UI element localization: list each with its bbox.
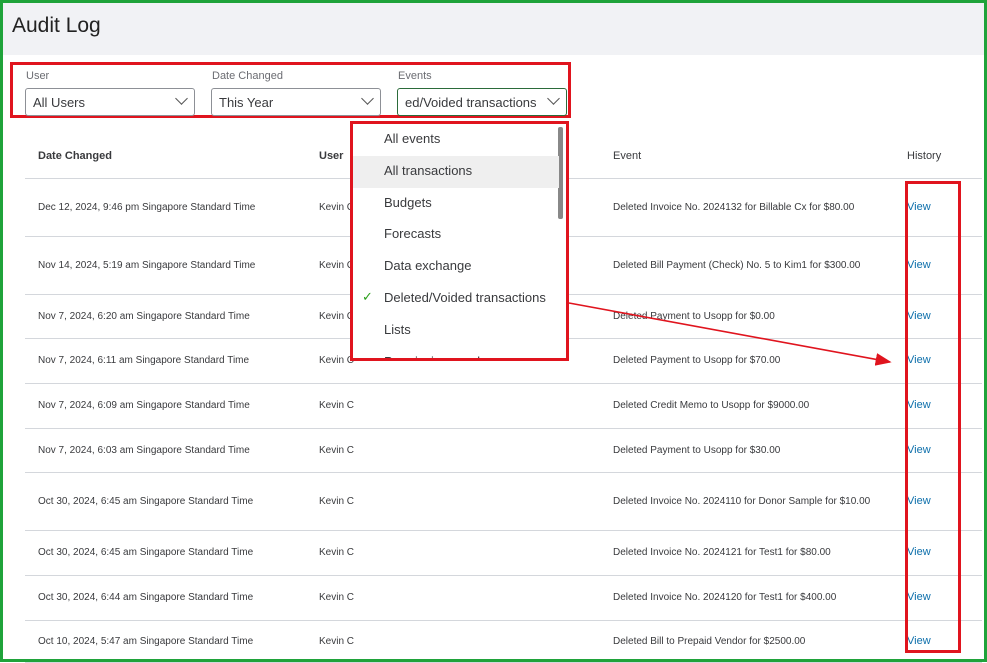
view-history-link[interactable]: View — [907, 399, 931, 411]
history-cell: View — [907, 294, 982, 339]
dropdown-option[interactable]: All events — [353, 124, 559, 156]
user-cell: Kevin C — [319, 575, 613, 621]
table-row: Oct 30, 2024, 6:45 am Singapore Standard… — [25, 472, 982, 531]
user-filter-label: User — [26, 70, 50, 82]
date-cell: Nov 14, 2024, 5:19 am Singapore Standard… — [25, 236, 319, 295]
history-cell: View — [907, 236, 982, 295]
date-filter-label: Date Changed — [212, 70, 283, 82]
view-history-link[interactable]: View — [907, 444, 931, 456]
user-cell: Kevin C — [319, 620, 613, 663]
events-filter: Events ed/Voided transactions — [397, 70, 567, 116]
dropdown-option-label: All events — [384, 131, 441, 146]
dropdown-option-label: Budgets — [384, 194, 432, 210]
dropdown-option[interactable]: Data exchange — [353, 251, 559, 283]
view-history-link[interactable]: View — [907, 310, 931, 322]
chevron-down-icon — [547, 92, 560, 105]
history-cell: View — [907, 575, 982, 621]
view-history-link[interactable]: View — [907, 591, 931, 603]
user-cell: Kevin C — [319, 530, 613, 576]
event-cell: Deleted Invoice No. 2024121 for Test1 fo… — [613, 530, 907, 576]
user-filter: User All Users — [25, 70, 195, 116]
date-cell: Dec 12, 2024, 9:46 pm Singapore Standard… — [25, 178, 319, 237]
dropdown-option[interactable]: Lists — [353, 315, 559, 347]
table-row: Nov 7, 2024, 6:03 am Singapore Standard … — [25, 428, 982, 473]
view-history-link[interactable]: View — [907, 201, 931, 213]
user-select-value: All Users — [33, 95, 86, 110]
col-history: History — [907, 134, 982, 179]
col-event: Event — [613, 134, 907, 179]
dropdown-option-label: All transactions — [384, 162, 473, 178]
view-history-link[interactable]: View — [907, 495, 931, 507]
dropdown-option[interactable]: Budgets — [353, 188, 559, 220]
date-cell: Nov 7, 2024, 6:09 am Singapore Standard … — [25, 383, 319, 429]
event-cell: Deleted Bill Payment (Check) No. 5 to Ki… — [613, 236, 907, 295]
page-header: Audit Log — [3, 3, 984, 55]
history-cell: View — [907, 383, 982, 429]
events-filter-label: Events — [398, 70, 432, 82]
checkmark-icon: ✓ — [362, 288, 373, 304]
table-row: Oct 10, 2024, 5:47 am Singapore Standard… — [25, 620, 982, 663]
history-cell: View — [907, 620, 982, 663]
history-cell: View — [907, 178, 982, 237]
date-select[interactable]: This Year — [211, 88, 381, 116]
view-history-link[interactable]: View — [907, 354, 931, 366]
dropdown-option[interactable]: All transactions — [353, 155, 559, 188]
events-dropdown: All events All transactions Budgets Forecas… — [350, 121, 569, 361]
dropdown-option-label: Permissions and — [384, 354, 480, 358]
table-row: Oct 30, 2024, 6:45 am Singapore Standard… — [25, 530, 982, 576]
events-select[interactable]: ed/Voided transactions — [397, 88, 567, 116]
event-cell: Deleted Invoice No. 2024132 for Billable… — [613, 178, 907, 237]
filters-panel: User All Users Date Changed This Year Ev… — [10, 62, 571, 118]
dropdown-option-label: Lists — [384, 321, 411, 337]
history-cell: View — [907, 428, 982, 473]
chevron-down-icon — [361, 92, 374, 105]
table-row: Nov 7, 2024, 6:09 am Singapore Standard … — [25, 383, 982, 429]
table-row: Oct 30, 2024, 6:44 am Singapore Standard… — [25, 575, 982, 621]
event-cell: Deleted Payment to Usopp for $0.00 — [613, 294, 907, 339]
date-select-value: This Year — [219, 95, 274, 110]
events-select-value: ed/Voided transactions — [405, 95, 537, 110]
date-cell: Nov 7, 2024, 6:20 am Singapore Standard … — [25, 294, 319, 339]
view-history-link[interactable]: View — [907, 635, 931, 647]
date-cell: Oct 30, 2024, 6:44 am Singapore Standard… — [25, 575, 319, 621]
user-select[interactable]: All Users — [25, 88, 195, 116]
history-cell: View — [907, 530, 982, 576]
user-cell: Kevin C — [319, 383, 613, 429]
event-cell: Deleted Payment to Usopp for $70.00 — [613, 338, 907, 384]
user-cell: Kevin C — [319, 428, 613, 473]
date-cell: Oct 30, 2024, 6:45 am Singapore Standard… — [25, 530, 319, 576]
user-cell: Kevin C — [319, 472, 613, 531]
chevron-down-icon — [175, 92, 188, 105]
date-cell: Oct 10, 2024, 5:47 am Singapore Standard… — [25, 620, 319, 663]
event-cell: Deleted Credit Memo to Usopp for $9000.0… — [613, 383, 907, 429]
dropdown-option-label: Deleted/Voided transactions — [384, 289, 546, 305]
col-date[interactable]: Date Changed — [25, 134, 319, 179]
dropdown-option-label: Data exchange — [384, 258, 472, 274]
event-cell: Deleted Invoice No. 2024120 for Test1 fo… — [613, 575, 907, 621]
dropdown-option-label: Forecasts — [384, 226, 442, 242]
page-title: Audit Log — [12, 14, 101, 37]
history-cell: View — [907, 338, 982, 384]
view-history-link[interactable]: View — [907, 546, 931, 558]
date-cell: Oct 30, 2024, 6:45 am Singapore Standard… — [25, 472, 319, 531]
history-cell: View — [907, 472, 982, 531]
dropdown-option[interactable]: Permissions and — [353, 347, 559, 358]
date-cell: Nov 7, 2024, 6:03 am Singapore Standard … — [25, 428, 319, 473]
date-cell: Nov 7, 2024, 6:11 am Singapore Standard … — [25, 338, 319, 384]
dropdown-option[interactable]: Forecasts — [353, 219, 559, 251]
event-cell: Deleted Payment to Usopp for $30.00 — [613, 428, 907, 473]
date-filter: Date Changed This Year — [211, 70, 381, 116]
event-cell: Deleted Bill to Prepaid Vendor for $2500… — [613, 620, 907, 663]
dropdown-option[interactable]: ✓ Deleted/Voided transactions — [353, 283, 559, 315]
view-history-link[interactable]: View — [907, 259, 931, 271]
event-cell: Deleted Invoice No. 2024110 for Donor Sa… — [613, 472, 907, 531]
